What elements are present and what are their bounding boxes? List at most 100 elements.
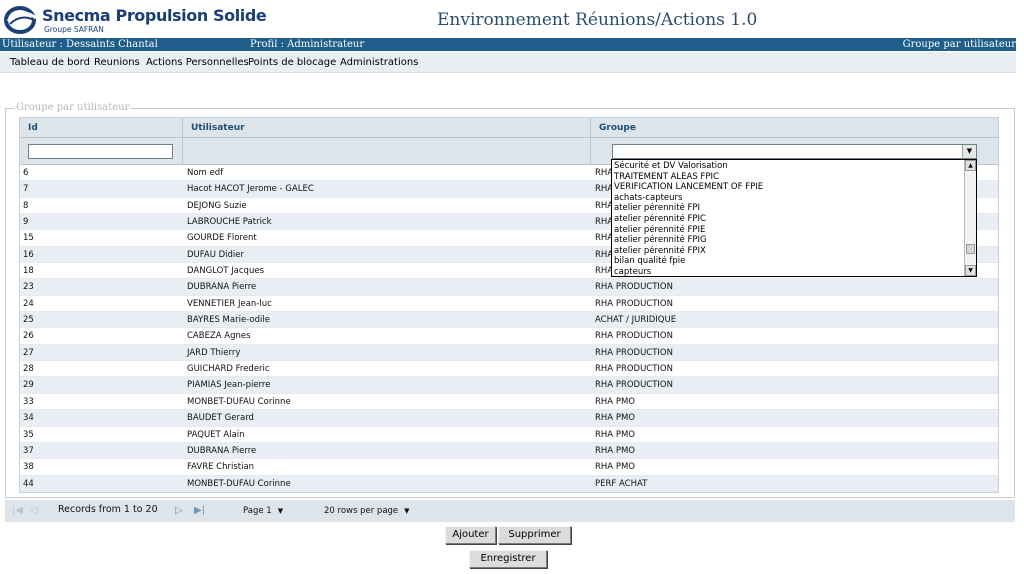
cell-group: RHA PMO xyxy=(595,396,635,407)
menu-item-administrations[interactable]: Administrations xyxy=(340,57,418,68)
cell-id: 29 xyxy=(23,380,34,391)
dropdown-option[interactable]: TRAITEMENT ALEAS FPIC xyxy=(614,172,719,183)
table-row[interactable]: 28 GUICHARD Frederic RHA PRODUCTION xyxy=(20,361,998,378)
cell-id: 16 xyxy=(23,249,34,260)
filter-cell-id xyxy=(20,138,183,165)
cell-user: DUFAU Didier xyxy=(187,249,245,260)
dropdown-option[interactable]: atelier pérennité FPIC xyxy=(614,214,706,225)
menu-item-tableau-de-bord[interactable]: Tableau de bord xyxy=(10,57,90,68)
table-row[interactable]: 35 PAQUET Alain RHA PMO xyxy=(20,427,998,443)
dropdown-option[interactable]: atelier pérennité FPIX xyxy=(614,246,706,257)
cell-id: 35 xyxy=(23,429,34,440)
page-select[interactable]: Page 1 ▼ xyxy=(243,506,283,516)
table-row[interactable]: 29 PIAMIAS Jean-pierre RHA PRODUCTION xyxy=(20,377,998,394)
save-button[interactable]: Enregistrer xyxy=(469,550,547,568)
group-filter-select[interactable]: ▼ xyxy=(612,144,977,159)
rows-per-page-select[interactable]: 20 rows per page ▼ xyxy=(324,506,410,516)
grid-header: Id Utilisateur Groupe xyxy=(20,118,998,138)
group-box-legend: Groupe par utilisateur xyxy=(14,102,132,113)
scroll-up-icon[interactable]: ▲ xyxy=(965,160,976,171)
menu-item-reunions[interactable]: Reunions xyxy=(94,57,140,68)
column-header-group[interactable]: Groupe xyxy=(591,118,998,138)
add-button[interactable]: Ajouter xyxy=(445,526,496,544)
user-profile-label: Profil : Administrateur xyxy=(250,39,365,50)
dropdown-option[interactable]: bilan qualité fpie xyxy=(614,256,685,267)
chevron-down-icon[interactable]: ▼ xyxy=(962,145,976,158)
main-menu: Tableau de bord Reunions Actions Personn… xyxy=(0,52,1016,73)
rows-per-page-label: 20 rows per page xyxy=(324,506,399,516)
dropdown-option[interactable]: capteurs xyxy=(614,267,651,276)
table-row[interactable]: 33 MONBET-DUFAU Corinne RHA PMO xyxy=(20,394,998,411)
dropdown-option[interactable]: Sécurité et DV Valorisation xyxy=(614,161,728,172)
app-title: Environnement Réunions/Actions 1.0 xyxy=(437,10,758,30)
chevron-down-icon: ▼ xyxy=(404,507,410,515)
current-user-label: Utilisateur : Dessaints Chantal xyxy=(2,39,158,50)
table-row[interactable]: 34 BAUDET Gerard RHA PMO xyxy=(20,410,998,427)
cell-id: 34 xyxy=(23,413,34,424)
menu-item-actions-personnelles[interactable]: Actions Personnelles xyxy=(146,57,249,68)
cell-user: BAYRES Marie-odile xyxy=(187,315,270,326)
cell-id: 26 xyxy=(23,331,34,342)
table-row[interactable]: 37 DUBRANA Pierre RHA PMO xyxy=(20,442,998,460)
table-row[interactable]: 23 DUBRANA Pierre RHA PRODUCTION xyxy=(20,279,998,296)
cell-user: DUBRANA Pierre xyxy=(187,282,257,293)
chevron-down-icon: ▼ xyxy=(277,507,284,515)
column-header-user[interactable]: Utilisateur xyxy=(183,118,591,138)
cell-id: 37 xyxy=(23,445,34,456)
cell-user: MONBET-DUFAU Corinne xyxy=(187,478,291,489)
cell-id: 24 xyxy=(23,298,34,309)
cell-id: 7 xyxy=(23,184,29,195)
last-page-icon[interactable]: ▶| xyxy=(194,505,205,516)
dropdown-option[interactable]: achats-capteurs xyxy=(614,193,682,204)
cell-user: GUICHARD Frederic xyxy=(187,364,270,375)
table-row[interactable]: 44 MONBET-DUFAU Corinne PERF ACHAT xyxy=(20,475,998,492)
cell-user: GOURDE Florent xyxy=(187,233,257,244)
cell-group: ACHAT / JURIDIQUE xyxy=(595,315,677,326)
menu-item-points-de-blocage[interactable]: Points de blocage xyxy=(248,57,336,68)
cell-id: 18 xyxy=(23,266,34,277)
previous-page-icon[interactable]: ◁ xyxy=(30,505,38,516)
cell-user: MONBET-DUFAU Corinne xyxy=(187,396,291,407)
cell-user: BAUDET Gerard xyxy=(187,413,254,424)
id-filter-input[interactable] xyxy=(28,144,173,159)
cell-user: PAQUET Alain xyxy=(187,429,245,440)
cell-group: RHA PRODUCTION xyxy=(595,331,673,342)
cell-id: 25 xyxy=(23,315,34,326)
table-row[interactable]: 24 VENNETIER Jean-luc RHA PRODUCTION xyxy=(20,296,998,313)
cell-user: Nom edf xyxy=(187,168,224,178)
dropdown-option[interactable]: atelier pérennité FPI xyxy=(614,203,700,214)
dropdown-scrollbar[interactable]: ▲ ▼ xyxy=(964,160,976,276)
table-row[interactable]: 26 CABEZA Agnes RHA PRODUCTION xyxy=(20,328,998,345)
table-row[interactable]: 25 BAYRES Marie-odile ACHAT / JURIDIQUE xyxy=(20,312,998,329)
cell-group: RHA PMO xyxy=(595,445,635,456)
dropdown-option[interactable]: VERIFICATION LANCEMENT OF FPIE xyxy=(614,182,763,193)
cell-group: RHA PMO xyxy=(595,429,635,440)
records-range-label: Records from 1 to 20 xyxy=(58,504,158,515)
cell-id: 33 xyxy=(23,396,34,407)
dropdown-option[interactable]: atelier pérennité FPIG xyxy=(614,235,707,246)
cell-user: DEJONG Suzie xyxy=(187,200,247,211)
brand-name: Snecma Propulsion Solide xyxy=(42,6,267,25)
cell-group: RHA PRODUCTION xyxy=(595,282,673,293)
delete-button[interactable]: Supprimer xyxy=(498,526,571,544)
group-dropdown-list[interactable]: ▲ ▼ Sécurité et DV Valorisation TRAITEMEN… xyxy=(611,159,977,277)
table-row[interactable]: 27 JARD Thierry RHA PRODUCTION xyxy=(20,344,998,362)
dropdown-option[interactable]: atelier pérennité FPIE xyxy=(614,225,705,236)
cell-user: DUBRANA Pierre xyxy=(187,445,257,456)
cell-group: RHA PRODUCTION xyxy=(595,364,673,375)
scroll-thumb[interactable] xyxy=(966,244,975,254)
table-row[interactable]: 38 FAVRE Christian RHA PMO xyxy=(20,459,998,476)
first-page-icon[interactable]: |◀ xyxy=(12,505,23,516)
cell-user: VENNETIER Jean-luc xyxy=(187,298,272,309)
cell-id: 44 xyxy=(23,478,34,489)
scroll-down-icon[interactable]: ▼ xyxy=(965,265,976,276)
cell-id: 6 xyxy=(23,168,29,178)
column-header-id[interactable]: Id xyxy=(20,118,183,138)
cell-group: PERF ACHAT xyxy=(595,478,648,489)
filter-cell-user xyxy=(183,138,591,165)
cell-group: RHA PRODUCTION xyxy=(595,380,673,391)
cell-group: RHA PRODUCTION xyxy=(595,298,673,309)
next-page-icon[interactable]: ▷ xyxy=(175,505,183,516)
cell-group: RHA PMO xyxy=(595,462,635,473)
cell-id: 9 xyxy=(23,217,29,228)
